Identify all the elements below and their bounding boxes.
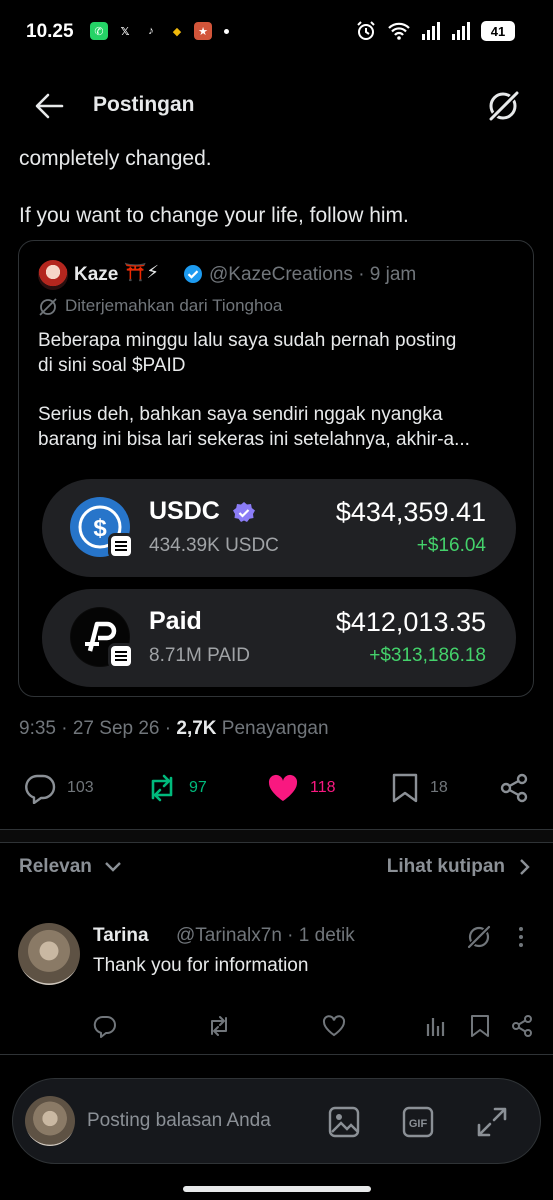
quote-handle-time: @KazeCreations · 9 jam [209, 264, 417, 285]
translate-icon [38, 297, 58, 317]
notification-icons: ✆ 𝕏 ♪ ◆ ★ [90, 22, 229, 40]
bookmark-button[interactable]: 18 [390, 772, 448, 804]
coin-amount: 8.71M PAID [149, 645, 251, 666]
verified-token-icon [232, 501, 256, 525]
divider [0, 842, 553, 843]
quote-author-emoji: ⛩️⚡ [124, 262, 160, 282]
x-icon: 𝕏 [120, 25, 130, 38]
post-meta: 9:35 · 27 Sep 26 · 2,7K Penayangan [19, 718, 329, 740]
signal-icon [422, 22, 440, 40]
reply-icon [93, 1015, 116, 1038]
repost-icon [151, 774, 173, 802]
translated-label[interactable]: Diterjemahkan dari Tionghoa [65, 296, 282, 316]
view-quotes-link[interactable]: Lihat kutipan [387, 856, 531, 878]
status-time: 10.25 [26, 21, 74, 42]
coin-change: +$16.04 [416, 535, 486, 556]
quote-avatar[interactable] [38, 260, 68, 290]
reply-button[interactable]: 103 [23, 772, 94, 804]
repost-button[interactable]: 97 [145, 772, 207, 804]
svg-text:$: $ [93, 515, 107, 542]
reply-input[interactable]: Posting balasan Anda [87, 1110, 271, 1132]
binance-icon: ◆ [172, 25, 182, 38]
chevron-down-icon [105, 862, 121, 872]
quote-body-line: Beberapa minggu lalu saya sudah pernah p… [38, 330, 457, 351]
view-quotes-label: Lihat kutipan [386, 856, 505, 877]
page-title: Postingan [93, 93, 195, 116]
battery-icon: 41 [481, 21, 515, 41]
signal-icon-2 [452, 22, 470, 40]
image-icon[interactable] [328, 1106, 360, 1138]
share-icon [500, 773, 528, 803]
quoted-post-card[interactable]: Kaze ⛩️⚡ @KazeCreations · 9 jam Diterjem… [18, 240, 534, 697]
solana-badge-icon [108, 533, 134, 559]
reply-count: 103 [67, 779, 94, 796]
reply-handle-time: @Tarinalx7n · 1 detik [176, 925, 355, 946]
alarm-icon [357, 21, 375, 40]
whatsapp-icon: ✆ [90, 22, 108, 40]
verified-badge-icon [183, 264, 203, 284]
grok-icon[interactable] [486, 88, 522, 124]
reply-like-button[interactable] [322, 1014, 346, 1038]
coin-name: Paid [149, 607, 202, 635]
solana-badge-icon [108, 643, 134, 669]
coin-amount: 434.39K USDC [149, 535, 279, 556]
coin-value: $412,013.35 [335, 607, 486, 637]
reply-avatar[interactable] [18, 923, 80, 985]
bookmark-count: 18 [430, 779, 448, 796]
section-gap [0, 830, 553, 842]
more-options-icon[interactable] [517, 926, 525, 948]
reply-text: Thank you for information [93, 955, 309, 976]
reply-share-button[interactable] [510, 1014, 534, 1038]
quote-body-line: di sini soal $PAID [38, 355, 186, 376]
expand-icon[interactable] [476, 1106, 508, 1138]
game-icon: ★ [194, 22, 212, 40]
system-icons: 41 [355, 20, 515, 42]
bookmark-icon [471, 1015, 489, 1037]
svg-text:GIF: GIF [409, 1118, 428, 1130]
tiktok-icon: ♪ [148, 25, 154, 37]
repost-icon [211, 1016, 227, 1036]
quote-body-line: Serius deh, bahkan saya sendiri nggak ny… [38, 404, 443, 425]
grok-icon[interactable] [466, 924, 492, 950]
share-button[interactable] [498, 772, 530, 804]
back-arrow-icon[interactable] [34, 92, 64, 120]
reply-author-name[interactable]: Tarina [93, 925, 149, 947]
wifi-icon [388, 22, 410, 40]
sort-label: Relevan [19, 856, 92, 877]
more-notifications-dot [224, 28, 229, 34]
reply-composer[interactable]: Posting balasan Anda GIF [12, 1078, 541, 1164]
like-count: 118 [310, 779, 336, 796]
home-indicator[interactable] [183, 1186, 371, 1192]
heart-icon [268, 774, 298, 801]
analytics-icon [426, 1018, 445, 1036]
like-button[interactable]: 118 [266, 772, 336, 804]
post-text-line: If you want to change your life, follow … [19, 204, 409, 227]
share-icon [512, 1015, 532, 1037]
composer-avatar [25, 1096, 75, 1146]
coin-name: USDC [149, 497, 220, 525]
reply-reply-button[interactable] [93, 1014, 117, 1038]
post-text-line: completely changed. [19, 147, 212, 170]
sort-dropdown[interactable]: Relevan [19, 856, 122, 878]
coin-change: +$313,186.18 [369, 645, 486, 666]
repost-count: 97 [189, 779, 207, 796]
wallet-card-paid: Paid 8.71M PAID $412,013.35 +$313,186.18 [42, 589, 516, 687]
post-timestamp: 9:35 · 27 Sep 26 · [19, 718, 177, 739]
wallet-card-usdc: $ USDC 434.39K USDC $434,359.41 +$16.04 [42, 479, 516, 577]
reply-icon [25, 774, 56, 804]
views-label: Penayangan [216, 718, 329, 739]
chevron-right-icon [520, 859, 530, 875]
divider [0, 1054, 553, 1055]
quote-body-line: barang ini bisa lari sekeras ini setelah… [38, 429, 470, 450]
status-bar: 10.25 ✆ 𝕏 ♪ ◆ ★ 41 [0, 0, 553, 62]
gif-icon[interactable]: GIF [402, 1106, 434, 1138]
quote-author-name: Kaze [74, 264, 119, 285]
bookmark-icon [392, 773, 418, 803]
reply-repost-button[interactable] [206, 1014, 232, 1038]
view-count[interactable]: 2,7K [176, 718, 216, 739]
heart-icon [322, 1015, 346, 1037]
reply-views-button[interactable] [425, 1014, 447, 1038]
coin-value: $434,359.41 [335, 497, 486, 527]
reply-bookmark-button[interactable] [469, 1014, 491, 1038]
